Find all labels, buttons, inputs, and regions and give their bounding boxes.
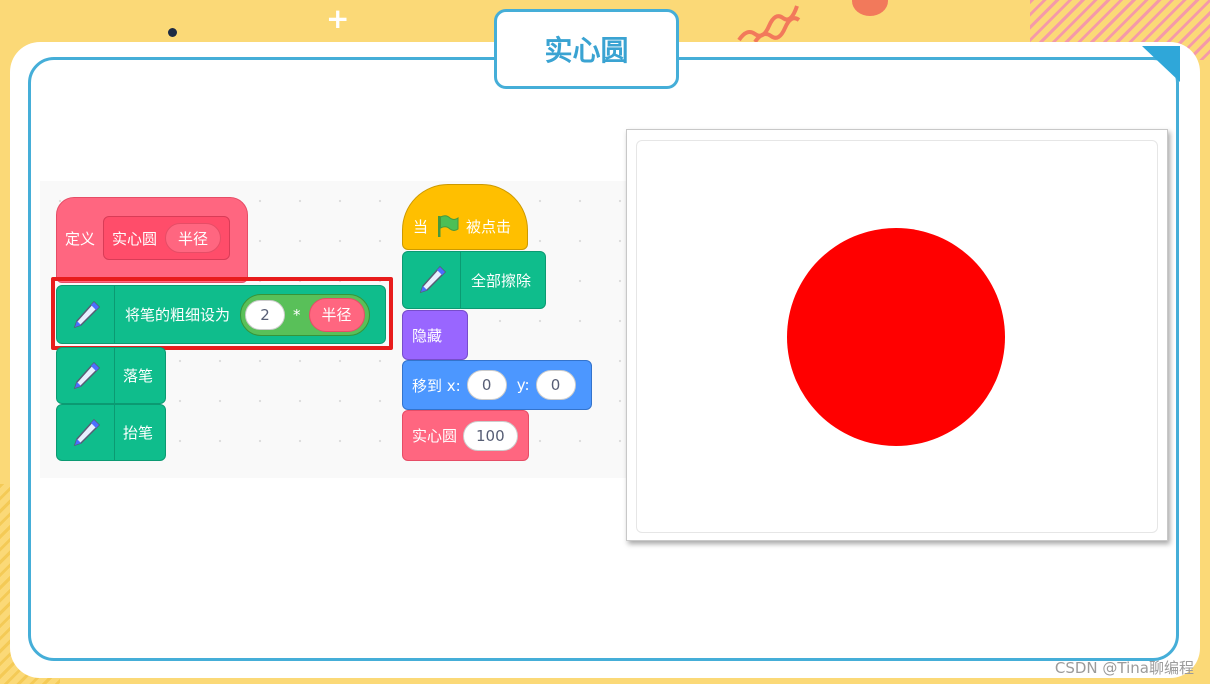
pen-up-label: 抬笔 <box>123 424 154 442</box>
pen-icon <box>73 418 100 446</box>
slide-title: 实心圆 <box>544 34 629 67</box>
pen-down-label: 落笔 <box>123 367 154 385</box>
y-input[interactable]: 0 <box>535 370 576 400</box>
decor-wave-icon <box>737 5 801 44</box>
pen-up-block[interactable]: 抬笔 <box>56 404 166 461</box>
hide-block[interactable]: 隐藏 <box>402 310 468 360</box>
radius-input[interactable]: 100 <box>463 420 518 451</box>
call-solid-circle-block[interactable]: 实心圆 100 <box>402 410 529 461</box>
pen-icon-wrap <box>57 348 115 403</box>
define-label: 定义 <box>65 230 96 248</box>
green-flag-icon <box>438 215 459 237</box>
call-label: 实心圆 <box>412 427 458 445</box>
define-prototype[interactable]: 实心圆 半径 <box>103 216 231 260</box>
corner-triangle <box>1142 46 1180 82</box>
pen-icon <box>73 361 100 389</box>
hat-suffix: 被点击 <box>466 217 512 236</box>
param-radius[interactable]: 半径 <box>165 223 222 253</box>
hide-label: 隐藏 <box>412 326 443 345</box>
clear-all-block[interactable]: 全部擦除 <box>402 251 546 309</box>
decor-plus-icon: + <box>326 2 350 35</box>
pen-icon <box>419 265 446 294</box>
define-block[interactable]: 定义 实心圆 半径 <box>56 197 248 283</box>
y-label: y: <box>516 376 530 394</box>
highlight-box <box>51 277 393 350</box>
pen-icon-wrap <box>403 252 461 308</box>
watermark: CSDN @Tina聊编程 <box>1054 659 1194 677</box>
drawn-red-circle <box>787 228 1005 446</box>
decor-blob <box>852 0 888 16</box>
define-name: 实心圆 <box>112 229 158 248</box>
x-input[interactable]: 0 <box>466 370 507 400</box>
hat-prefix: 当 <box>413 217 429 236</box>
when-flag-clicked-block[interactable]: 当 被点击 <box>402 184 528 250</box>
go-to-xy-block[interactable]: 移到 x: 0 y: 0 <box>402 360 592 410</box>
pen-down-block[interactable]: 落笔 <box>56 347 166 404</box>
slide-title-box: 实心圆 <box>494 9 679 89</box>
clear-all-label: 全部擦除 <box>471 271 532 290</box>
go-to-label: 移到 x: <box>412 376 461 395</box>
decor-dot <box>168 28 177 37</box>
pen-icon-wrap <box>57 405 115 460</box>
